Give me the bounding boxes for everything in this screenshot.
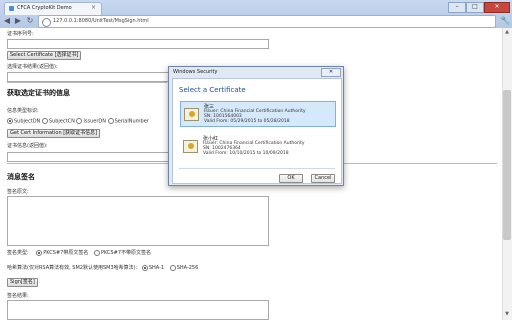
cert-validity: Valid From: 10/10/2015 to 10/09/2018 [203, 151, 289, 156]
wrench-menu-icon[interactable]: 🔧 [500, 16, 510, 25]
radio-label: PKCS#7带原文签名 [43, 250, 89, 256]
sign-type-row: 签名类型: PKCS#7带原文签名 PKCS#7不带原文签名 [7, 249, 151, 256]
get-cert-info-button[interactable]: Get Cert Information [获取证书信息] [7, 129, 101, 138]
hash-algo-row: 哈希算法(仅对RSA算法有效, SM2默认使用SM3哈希算法): SHA-1 S… [7, 264, 198, 271]
select-certificate-button[interactable]: Select Certificate [选择证书] [7, 51, 82, 60]
radio-issuerdn[interactable] [76, 118, 83, 124]
radio-label: IssuerDN [83, 118, 106, 125]
certificate-seal-icon [188, 143, 194, 149]
select-result-input[interactable] [7, 72, 169, 82]
reload-icon[interactable]: ↻ [25, 15, 35, 26]
scrollbar-thumb[interactable] [503, 90, 511, 240]
cancel-button[interactable]: Cancel [311, 174, 335, 183]
url-text: 127.0.0.1:8080/UnitTest/MsgSign.html [53, 18, 149, 24]
sign-button[interactable]: Sign[签名] [7, 278, 38, 287]
radio-sha1[interactable] [141, 264, 148, 271]
radio-pkcs7-attached[interactable] [36, 249, 43, 256]
radio-subjectcn[interactable] [41, 118, 48, 124]
cert-sn-label: 证书序列号: [7, 31, 34, 37]
radio-pkcs7-detached[interactable] [93, 249, 100, 256]
dialog-close-button[interactable]: ✕ [321, 68, 341, 77]
cert-validity: Valid From: 05/29/2015 to 05/28/2018 [204, 119, 290, 124]
radio-sha256[interactable] [169, 264, 176, 271]
cert-info-label: 证书信息(返回值): [7, 143, 48, 149]
minimize-button[interactable]: – [448, 2, 466, 13]
radio-serialnumber[interactable] [107, 118, 114, 124]
tab-title: CFCA CryptoKit Demo [17, 5, 72, 11]
sign-result-label: 签名结果: [7, 293, 29, 299]
tab-close-icon[interactable]: × [91, 4, 96, 11]
dialog-title: Windows Security [173, 69, 218, 75]
ok-button[interactable]: OK [279, 174, 303, 183]
dialog-separator [179, 168, 335, 169]
radio-label: SHA-1 [148, 265, 165, 271]
page-favicon-icon [9, 6, 14, 11]
sign-source-textarea[interactable] [7, 196, 269, 246]
maximize-button[interactable]: □ [466, 2, 484, 13]
back-icon[interactable]: ◀ [2, 15, 12, 26]
radio-label: SubjectDN [14, 118, 41, 125]
dialog-heading: Select a Certificate [179, 86, 246, 94]
select-result-label: 选择证书结果(返回值): [7, 64, 58, 70]
hash-algo-label: 哈希算法(仅对RSA算法有效, SM2默认使用SM3哈希算法): [7, 265, 138, 271]
cert-info-heading: 获取选定证书的信息 [7, 89, 70, 97]
dialog-body: Select a Certificate 张三 Issuer: China Fi… [172, 78, 342, 184]
radio-label: SubjectCN [48, 118, 75, 125]
address-bar[interactable]: 127.0.0.1:8080/UnitTest/MsgSign.html [38, 15, 496, 28]
sign-source-label: 签名原文: [7, 189, 29, 195]
radio-label: PKCS#7不带原文签名 [100, 250, 151, 256]
sign-heading: 消息签名 [7, 173, 35, 181]
radio-label: SerialNumber [114, 118, 149, 125]
certificate-dialog: Windows Security ✕ Select a Certificate … [168, 66, 344, 186]
divider [7, 82, 167, 83]
scroll-up-icon[interactable]: ▲ [502, 29, 512, 37]
info-type-radio-group: SubjectDN SubjectCN IssuerDN SerialNumbe… [7, 118, 149, 125]
forward-icon[interactable]: ▶ [13, 15, 23, 26]
info-type-label: 信息类型标识: [7, 108, 39, 114]
page-info-icon [42, 18, 51, 27]
certificate-item[interactable]: 张小红 Issuer: China Financial Certificatio… [180, 134, 334, 158]
cert-info-input[interactable] [7, 152, 169, 162]
radio-label: SHA-256 [176, 265, 199, 271]
certificate-item-selected[interactable]: 张三 Issuer: China Financial Certification… [180, 101, 336, 127]
window-close-button[interactable]: ✕ [484, 2, 510, 13]
sign-result-textarea[interactable] [7, 300, 269, 320]
browser-tab[interactable]: CFCA CryptoKit Demo × [4, 2, 102, 15]
sign-type-label: 签名类型: [7, 250, 29, 256]
cert-sn-input[interactable] [7, 39, 269, 49]
certificate-seal-icon [189, 111, 195, 117]
radio-subjectdn[interactable] [7, 118, 13, 124]
scroll-down-icon[interactable]: ▼ [502, 311, 512, 319]
